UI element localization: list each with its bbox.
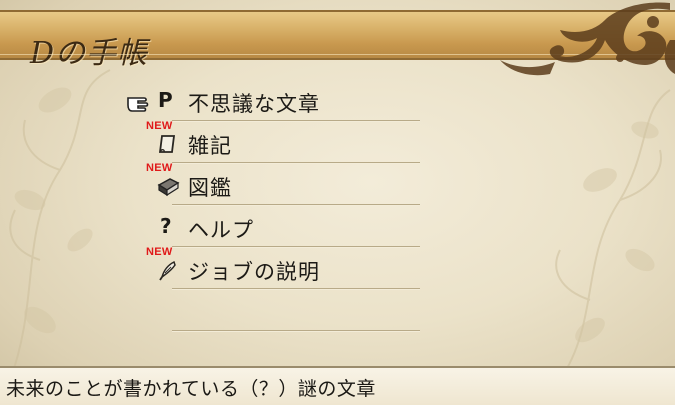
menu-divider [172, 204, 420, 206]
floral-ornament-icon [500, 2, 675, 76]
menu-item-label: 雑記 [188, 134, 232, 158]
menu-item-label: 不思議な文章 [188, 92, 320, 116]
question-icon: ? [160, 214, 172, 238]
menu-item-label: ジョブの説明 [188, 260, 320, 284]
quill-icon [159, 260, 176, 281]
menu-item-help[interactable]: ? ヘルプ [120, 208, 420, 250]
menu-divider [172, 330, 420, 332]
menu-item-encyclopedia[interactable]: NEW 図鑑 [120, 162, 420, 208]
notebook-menu: P 不思議な文章 NEW 雑記 NEW 図鑑 ? ヘルプ NEW ジョブの説明 [120, 82, 420, 334]
notebook-screen: Dの手帳 P 不思議な文章 NEW 雑記 NEW 図鑑 ? ヘルプ NEW ジョ… [0, 0, 675, 405]
menu-divider [172, 288, 420, 290]
menu-item-job-description[interactable]: NEW ジョブの説明 [120, 246, 420, 292]
menu-item-label: ヘルプ [188, 218, 254, 242]
menu-divider [172, 246, 420, 248]
menu-item-empty [120, 292, 420, 334]
menu-divider [172, 120, 420, 122]
menu-item-glyph: P [158, 88, 173, 112]
pointing-hand-icon [127, 97, 149, 112]
menu-divider [172, 162, 420, 164]
menu-item-label: 図鑑 [188, 176, 232, 200]
menu-item-mysterious-text[interactable]: P 不思議な文章 [120, 82, 420, 124]
note-page-icon [158, 135, 176, 153]
menu-item-notes[interactable]: NEW 雑記 [120, 120, 420, 166]
description-text: 未来のことが書かれている（？）謎の文章 [6, 378, 376, 400]
book-icon [157, 178, 180, 197]
new-badge: NEW [146, 120, 173, 132]
page-title: Dの手帳 [30, 36, 149, 71]
new-badge: NEW [146, 162, 173, 174]
description-bar: 未来のことが書かれている（？）謎の文章 [0, 366, 675, 405]
new-badge: NEW [146, 246, 173, 258]
